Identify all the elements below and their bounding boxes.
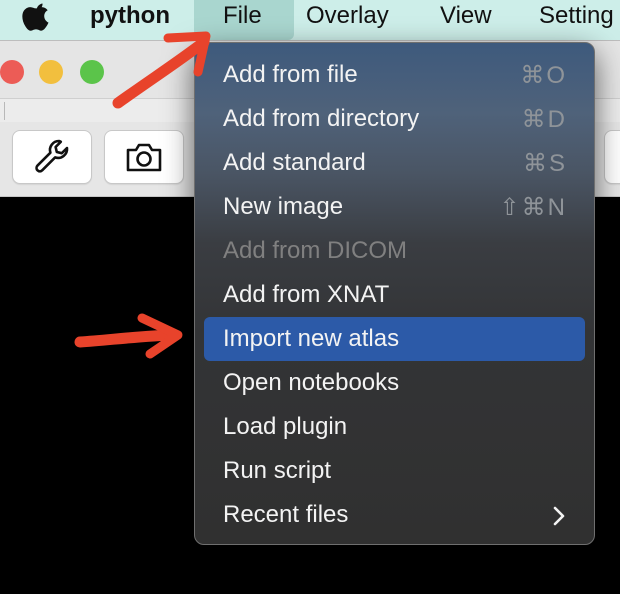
- shortcut-label: ⌘S: [522, 150, 567, 177]
- chevron-right-icon: [553, 506, 565, 526]
- overlay-menu[interactable]: Overlay: [306, 0, 389, 40]
- menu-item-add-from-file[interactable]: Add from file ⌘O: [204, 53, 585, 97]
- menu-item-add-from-directory[interactable]: Add from directory ⌘D: [204, 97, 585, 141]
- menu-item-new-image[interactable]: New image ⇧⌘N: [204, 185, 585, 229]
- menu-item-label: Open notebooks: [223, 369, 400, 396]
- menu-item-label: New image: [223, 193, 344, 220]
- menu-item-label: Import new atlas: [223, 325, 400, 352]
- camera-button[interactable]: [104, 130, 184, 184]
- menu-item-add-from-dicom: Add from DICOM: [204, 229, 585, 273]
- view-menu[interactable]: View: [440, 0, 492, 40]
- settings-menu[interactable]: Setting: [539, 0, 614, 40]
- shortcut-label: ⌘D: [521, 106, 567, 133]
- toolbar-button-partial[interactable]: [604, 130, 620, 184]
- file-menu-label: File: [223, 2, 262, 29]
- file-menu-active[interactable]: File: [194, 0, 294, 40]
- menu-item-label: Run script: [223, 457, 332, 484]
- menu-item-recent-files[interactable]: Recent files: [204, 493, 585, 537]
- app-name-menu[interactable]: python: [90, 0, 170, 40]
- file-dropdown-menu: Add from file ⌘O Add from directory ⌘D A…: [194, 42, 595, 545]
- menu-item-load-plugin[interactable]: Load plugin: [204, 405, 585, 449]
- menu-item-label: Add standard: [223, 149, 366, 176]
- menu-bar: python File Overlay View Setting: [0, 0, 620, 40]
- shortcut-label: ⌘O: [520, 62, 567, 89]
- menu-item-open-notebooks[interactable]: Open notebooks: [204, 361, 585, 405]
- shortcut-label: ⇧⌘N: [499, 194, 567, 221]
- close-window-button[interactable]: [0, 60, 24, 84]
- menu-item-import-new-atlas[interactable]: Import new atlas: [204, 317, 585, 361]
- menu-item-add-standard[interactable]: Add standard ⌘S: [204, 141, 585, 185]
- menu-item-run-script[interactable]: Run script: [204, 449, 585, 493]
- divider: [4, 102, 5, 120]
- menu-item-label: Add from directory: [223, 105, 420, 132]
- zoom-window-button[interactable]: [80, 60, 104, 84]
- camera-icon: [126, 143, 162, 172]
- menu-item-add-from-xnat[interactable]: Add from XNAT: [204, 273, 585, 317]
- menu-item-label: Add from file: [223, 61, 358, 88]
- menu-item-label: Add from DICOM: [223, 237, 408, 264]
- menu-item-label: Load plugin: [223, 413, 348, 440]
- menu-item-label: Add from XNAT: [223, 281, 390, 308]
- menu-item-label: Recent files: [223, 501, 349, 528]
- wrench-button[interactable]: [12, 130, 92, 184]
- minimize-window-button[interactable]: [39, 60, 63, 84]
- apple-icon[interactable]: [22, 0, 52, 32]
- wrench-icon: [35, 139, 69, 173]
